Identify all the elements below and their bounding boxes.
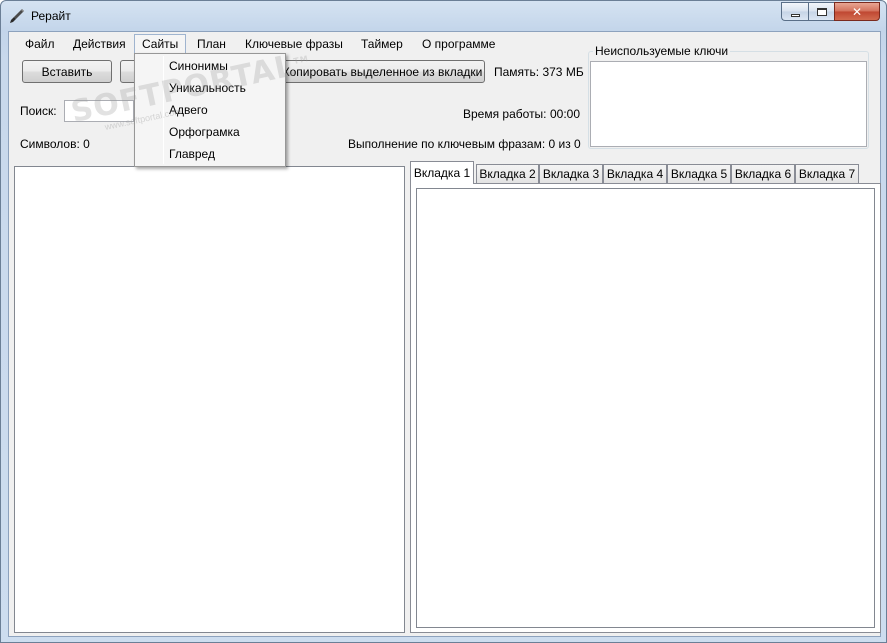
tab-5[interactable]: Вкладка 5 [667, 164, 731, 183]
menu-sites[interactable]: Сайты [134, 34, 187, 54]
result-text-area[interactable] [416, 188, 875, 628]
search-label: Поиск: [20, 104, 57, 118]
brush-icon [10, 9, 24, 23]
client-area: Файл Действия Сайты План Ключевые фразы … [8, 31, 881, 637]
unused-keys-title: Неиспользуемые ключи [593, 44, 731, 58]
minimize-icon [790, 13, 800, 17]
chars-count: Символов: 0 [20, 137, 90, 151]
work-time-label: Время работы: [463, 107, 547, 121]
memory-label: Память: 373 МБ [494, 65, 584, 79]
maximize-button[interactable] [808, 2, 834, 21]
tab-1[interactable]: Вкладка 1 [410, 161, 474, 184]
menu-item-orfogramka[interactable]: Орфограмка [169, 122, 240, 142]
tab-page [410, 183, 881, 633]
menu-bar: Файл Действия Сайты План Ключевые фразы … [9, 32, 589, 54]
menu-item-synonyms[interactable]: Синонимы [169, 56, 228, 76]
menu-file[interactable]: Файл [18, 35, 62, 53]
work-time-value: 00:00 [550, 107, 581, 121]
app-window: Рерайт ✕ Файл Действия Сайты План Ключев… [0, 0, 887, 643]
close-button[interactable]: ✕ [834, 2, 880, 21]
maximize-icon [816, 7, 827, 16]
menu-keyphrases[interactable]: Ключевые фразы [238, 35, 350, 53]
menu-item-uniqueness[interactable]: Уникальность [169, 78, 246, 98]
menu-actions[interactable]: Действия [66, 35, 133, 53]
unused-keys-group: Неиспользуемые ключи [588, 44, 869, 149]
paste-button[interactable]: Вставить [22, 60, 112, 83]
tab-2[interactable]: Вкладка 2 [476, 164, 539, 183]
caption-buttons: ✕ [781, 2, 880, 22]
minimize-button[interactable] [781, 2, 808, 21]
copy-from-tab-button[interactable]: Копировать выделенное из вкладки [280, 60, 485, 83]
menu-timer[interactable]: Таймер [354, 35, 410, 53]
menu-plan[interactable]: План [190, 35, 233, 53]
tab-4[interactable]: Вкладка 4 [603, 164, 667, 183]
tab-3[interactable]: Вкладка 3 [539, 164, 603, 183]
menu-item-glavred[interactable]: Главред [169, 144, 215, 164]
unused-keys-list[interactable] [590, 61, 867, 147]
title-bar[interactable]: Рерайт ✕ [1, 1, 886, 31]
source-text-area[interactable] [14, 166, 405, 633]
menu-about[interactable]: О программе [415, 35, 502, 53]
keyphrase-progress: Выполнение по ключевым фразам: 0 из 0 [348, 137, 581, 151]
close-icon: ✕ [851, 4, 863, 19]
tab-6[interactable]: Вкладка 6 [731, 164, 795, 183]
window-title: Рерайт [31, 9, 71, 23]
tab-7[interactable]: Вкладка 7 [795, 164, 859, 183]
